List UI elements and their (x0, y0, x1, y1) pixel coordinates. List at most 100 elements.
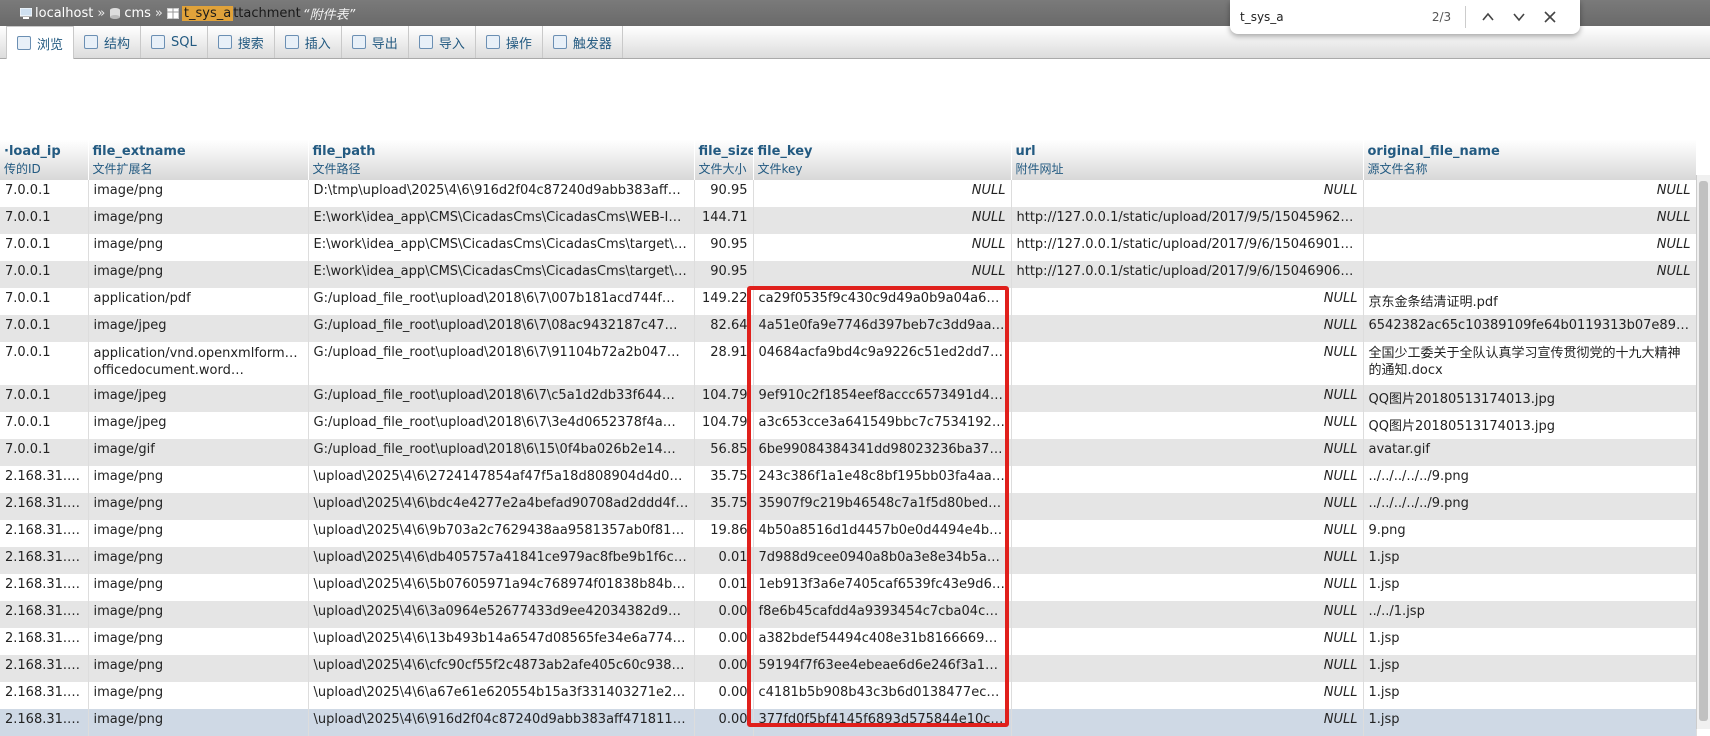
cell-file-extname[interactable]: image/png (88, 574, 309, 601)
cell-file-path[interactable]: G:/upload_file_root\upload\2018\6\15\0f4… (308, 439, 695, 466)
cell-file-path[interactable]: \upload\2025\4\6\db405757a41841ce979ac8f… (308, 547, 695, 574)
vertical-scrollbar[interactable] (1696, 175, 1710, 729)
cell-file-extname[interactable]: image/png (88, 520, 309, 547)
cell-load-ip[interactable]: 2.168.31.150 (0, 520, 89, 547)
table-row[interactable]: 2.168.31.150 image/png \upload\2025\4\6\91… (0, 709, 1697, 736)
cell-url[interactable]: NULL (1011, 315, 1364, 342)
find-next-button[interactable] (1509, 6, 1530, 28)
cell-url[interactable]: NULL (1011, 682, 1364, 709)
cell-file-path[interactable]: G:/upload_file_root\upload\2018\6\7\3e4d… (308, 412, 695, 439)
cell-file-key[interactable]: 1eb913f3a6e7405caf6539fc43e9d63d (753, 574, 1012, 601)
find-close-button[interactable] (1539, 6, 1560, 28)
cell-file-path[interactable]: D:\tmp\upload\2025\4\6\916d2f04c87240d9a… (308, 180, 695, 207)
cell-original-file-name[interactable]: NULL (1363, 207, 1697, 234)
tab-export[interactable]: 导出 (342, 26, 409, 58)
cell-file-extname[interactable]: image/png (88, 207, 309, 234)
cell-file-extname[interactable]: image/jpeg (88, 412, 309, 439)
breadcrumb-table[interactable]: ttachment (233, 6, 301, 21)
cell-file-size[interactable]: 0.00 (694, 709, 754, 736)
cell-file-extname[interactable]: image/png (88, 234, 309, 261)
cell-file-key[interactable]: 377fd0f5bf4145f6893d575844e10c42 (753, 709, 1012, 736)
cell-file-key[interactable]: NULL (753, 234, 1012, 261)
cell-load-ip[interactable]: 7.0.0.1 (0, 385, 89, 412)
cell-url[interactable]: http://127.0.0.1/static/upload/2017/9/6/… (1011, 261, 1364, 288)
breadcrumb-server[interactable]: localhost (35, 6, 93, 21)
cell-file-extname[interactable]: image/png (88, 601, 309, 628)
cell-load-ip[interactable]: 7.0.0.1 (0, 234, 89, 261)
breadcrumb-table-match[interactable]: t_sys_a (181, 5, 234, 21)
cell-file-key[interactable]: 59194f7f63ee4ebeae6d6e246f3a11a7 (753, 655, 1012, 682)
cell-original-file-name[interactable]: NULL (1363, 180, 1697, 207)
cell-url[interactable]: http://127.0.0.1/static/upload/2017/9/5/… (1011, 207, 1364, 234)
cell-load-ip[interactable]: 2.168.31.150 (0, 655, 89, 682)
cell-file-key[interactable]: c4181b5b908b43c3b6d0138477ecc16f (753, 682, 1012, 709)
cell-load-ip[interactable]: 7.0.0.1 (0, 315, 89, 342)
cell-file-size[interactable]: 35.75 (694, 493, 754, 520)
cell-url[interactable]: NULL (1011, 601, 1364, 628)
cell-url[interactable]: NULL (1011, 574, 1364, 601)
cell-original-file-name[interactable]: 1.jsp (1363, 547, 1697, 574)
cell-file-size[interactable]: 104.79 (694, 385, 754, 412)
cell-load-ip[interactable]: 2.168.31.150 (0, 601, 89, 628)
cell-url[interactable]: NULL (1011, 628, 1364, 655)
cell-file-extname[interactable]: image/jpeg (88, 385, 309, 412)
cell-file-key[interactable]: 7d988d9cee0940a8b0a3e8e34b5a0e86 (753, 547, 1012, 574)
table-row[interactable]: 7.0.0.1 application/vnd.openxmlformats-of… (0, 342, 1697, 385)
cell-file-key[interactable]: NULL (753, 261, 1012, 288)
table-row[interactable]: 7.0.0.1 image/png D:\tmp\upload\2025\4\6\9… (0, 180, 1697, 207)
cell-url[interactable]: NULL (1011, 547, 1364, 574)
cell-file-extname[interactable]: application/vnd.openxmlformats-officedoc… (88, 342, 309, 385)
cell-file-key[interactable]: a3c653cce3a641549bbc7c75341923c3 (753, 412, 1012, 439)
cell-original-file-name[interactable]: 1.jsp (1363, 682, 1697, 709)
cell-file-extname[interactable]: image/gif (88, 439, 309, 466)
cell-file-size[interactable]: 90.95 (694, 234, 754, 261)
cell-file-path[interactable]: \upload\2025\4\6\9b703a2c7629438aa958135… (308, 520, 695, 547)
cell-file-size[interactable]: 35.75 (694, 466, 754, 493)
cell-file-path[interactable]: \upload\2025\4\6\916d2f04c87240d9abb383a… (308, 709, 695, 736)
cell-file-path[interactable]: G:/upload_file_root\upload\2018\6\7\9110… (308, 342, 695, 385)
cell-file-size[interactable]: 19.86 (694, 520, 754, 547)
cell-file-size[interactable]: 28.91 (694, 342, 754, 385)
table-row[interactable]: 7.0.0.1 image/png E:\work\idea_app\CMS\Cic… (0, 234, 1697, 261)
cell-file-key[interactable]: 04684acfa9bd4c9a9226c51ed2dd77f4 (753, 342, 1012, 385)
cell-file-extname[interactable]: application/pdf (88, 288, 309, 315)
cell-file-key[interactable]: a382bdef54494c408e31b81666694a41 (753, 628, 1012, 655)
table-row[interactable]: 2.168.31.150 image/png \upload\2025\4\6\9b… (0, 520, 1697, 547)
cell-url[interactable]: http://127.0.0.1/static/upload/2017/9/6/… (1011, 234, 1364, 261)
cell-file-extname[interactable]: image/png (88, 466, 309, 493)
cell-url[interactable]: NULL (1011, 439, 1364, 466)
cell-load-ip[interactable]: 2.168.31.150 (0, 682, 89, 709)
cell-file-size[interactable]: 104.79 (694, 412, 754, 439)
table-row[interactable]: 2.168.31.150 image/png \upload\2025\4\6\5b… (0, 574, 1697, 601)
tab-import[interactable]: 导入 (409, 26, 476, 58)
cell-load-ip[interactable]: 7.0.0.1 (0, 342, 89, 385)
cell-original-file-name[interactable]: 1.jsp (1363, 628, 1697, 655)
cell-file-size[interactable]: 0.01 (694, 547, 754, 574)
cell-original-file-name[interactable]: 9.png (1363, 520, 1697, 547)
cell-original-file-name[interactable]: 全国少工委关于全队认真学习宣传贯彻党的十九大精神的通知.docx (1363, 342, 1697, 385)
cell-url[interactable]: NULL (1011, 385, 1364, 412)
cell-file-extname[interactable]: image/png (88, 261, 309, 288)
cell-file-size[interactable]: 0.00 (694, 682, 754, 709)
cell-load-ip[interactable]: 2.168.31.150 (0, 493, 89, 520)
cell-file-path[interactable]: G:/upload_file_root\upload\2018\6\7\c5a1… (308, 385, 695, 412)
cell-file-size[interactable]: 0.01 (694, 574, 754, 601)
cell-file-extname[interactable]: image/png (88, 682, 309, 709)
table-row[interactable]: 7.0.0.1 image/png E:\work\idea_app\CMS\Cic… (0, 207, 1697, 234)
cell-file-extname[interactable]: image/png (88, 180, 309, 207)
cell-load-ip[interactable]: 2.168.31.150 (0, 628, 89, 655)
cell-file-extname[interactable]: image/png (88, 628, 309, 655)
cell-load-ip[interactable]: 2.168.31.150 (0, 709, 89, 736)
cell-original-file-name[interactable]: 1.jsp (1363, 709, 1697, 736)
breadcrumb-database[interactable]: cms (124, 6, 151, 21)
column-header-file-size[interactable]: file_size 文件大小 (694, 140, 754, 180)
cell-file-path[interactable]: \upload\2025\4\6\2724147854af47f5a18d808… (308, 466, 695, 493)
cell-file-size[interactable]: 144.71 (694, 207, 754, 234)
cell-file-extname[interactable]: image/png (88, 493, 309, 520)
find-previous-button[interactable] (1478, 6, 1499, 28)
cell-original-file-name[interactable]: NULL (1363, 261, 1697, 288)
cell-file-size[interactable]: 82.64 (694, 315, 754, 342)
tab-triggers[interactable]: 触发器 (543, 26, 623, 58)
cell-file-size[interactable]: 0.00 (694, 601, 754, 628)
table-row[interactable]: 2.168.31.150 image/png \upload\2025\4\6\27… (0, 466, 1697, 493)
